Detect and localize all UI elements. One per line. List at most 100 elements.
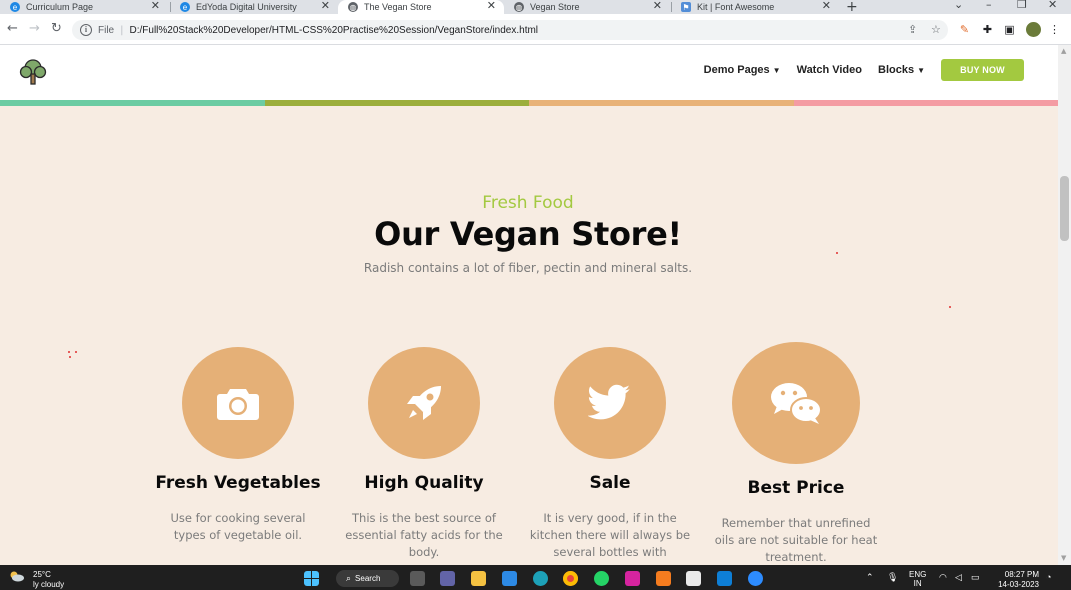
globe-icon: ◍ [348, 2, 358, 12]
buy-now-button[interactable]: BUY NOW [941, 59, 1024, 81]
decorative-dot [69, 356, 71, 358]
url-text[interactable]: D:/Full%20Stack%20Developer/HTML-CSS%20P… [130, 25, 539, 36]
weather-temperature[interactable]: 25°C [33, 570, 51, 579]
browser-menu-icon[interactable]: ⋮ [1048, 23, 1061, 36]
tab-title: Kit | Font Awesome [697, 2, 775, 12]
notification-bell-icon[interactable]: ◔ [1046, 572, 1051, 582]
tab-the-vegan-store[interactable]: ◍ The Vegan Store ✕ [338, 0, 504, 14]
feature-fresh-vegetables: Fresh Vegetables Use for cooking several… [153, 342, 323, 544]
file-explorer-icon[interactable] [471, 571, 486, 586]
feature-text: This is the best source of essential fat… [345, 511, 503, 559]
profile-avatar[interactable] [1026, 22, 1041, 37]
page-scrollbar[interactable]: ▲ ▼ [1058, 45, 1071, 565]
feature-icon-circle [182, 347, 294, 459]
input-language-indicator[interactable]: ENG IN [909, 570, 926, 588]
microphone-icon[interactable]: 🎙 [887, 572, 898, 583]
new-tab-button[interactable]: + [846, 0, 858, 14]
vscode-icon[interactable] [717, 571, 732, 586]
camera-icon [217, 389, 259, 420]
show-hidden-icons-chevron-icon[interactable]: ⌃ [866, 572, 874, 583]
xampp-icon[interactable] [656, 571, 671, 586]
globe-icon: ◍ [514, 2, 524, 12]
nav-blocks[interactable]: Blocks ▼ [878, 64, 925, 76]
volume-icon[interactable]: ◁ [955, 572, 962, 583]
battery-icon[interactable]: ▭ [971, 572, 980, 583]
region-code: IN [913, 579, 922, 588]
address-bar[interactable]: i File | D:/Full%20Stack%20Developer/HTM… [72, 20, 948, 40]
side-panel-icon[interactable]: ▣ [1003, 23, 1016, 36]
tree-logo-icon[interactable] [18, 57, 48, 87]
windows-start-icon[interactable] [304, 571, 319, 586]
windows-taskbar: 25°C ly cloudy ⌕ Search ⌃ 🎙 ENG IN ◠ ◁ ▭… [0, 565, 1071, 590]
nav-label: Demo Pages [703, 64, 770, 76]
section-subtitle: Fresh Food [482, 193, 574, 213]
tab-font-awesome[interactable]: ⚑ Kit | Font Awesome ✕ [671, 0, 839, 14]
close-tab-icon[interactable]: ✕ [822, 0, 831, 13]
browser-toolbar: ← → ↻ i File | D:/Full%20Stack%20Develop… [0, 14, 1071, 45]
close-window-icon[interactable]: ✕ [1048, 0, 1057, 11]
tab-curriculum-page[interactable]: e Curriculum Page ✕ [0, 0, 168, 14]
caret-down-icon: ▼ [772, 66, 781, 75]
clock-time: 08:27 PM [1004, 570, 1039, 579]
forward-arrow-icon[interactable]: → [29, 22, 40, 36]
rocket-icon [407, 386, 441, 420]
system-clock[interactable]: 08:27 PM 14-03-2023 [994, 570, 1039, 590]
feature-title: Sale [589, 473, 631, 493]
edge-browser-icon[interactable] [533, 571, 548, 586]
stripe-green [0, 100, 265, 106]
url-scheme: File [98, 24, 115, 36]
close-tab-icon[interactable]: ✕ [321, 0, 330, 13]
decorative-dot [75, 351, 77, 353]
close-tab-icon[interactable]: ✕ [487, 0, 496, 13]
scroll-up-arrow-icon[interactable]: ▲ [1061, 47, 1066, 55]
reload-icon[interactable]: ↻ [51, 22, 62, 36]
mail-icon[interactable] [502, 571, 517, 586]
section-title: Our Vegan Store! [374, 215, 682, 253]
stripe-olive [264, 100, 529, 106]
nav-label: Blocks [878, 64, 915, 76]
feature-title: Fresh Vegetables [155, 473, 321, 493]
tab-vegan-store[interactable]: ◍ Vegan Store ✕ [504, 0, 670, 14]
browser-tab-strip: e Curriculum Page ✕ e EdYoda Digital Uni… [0, 0, 1071, 14]
back-arrow-icon[interactable]: ← [7, 22, 18, 36]
scrollbar-thumb[interactable] [1060, 176, 1069, 241]
scroll-down-arrow-icon[interactable]: ▼ [1061, 554, 1066, 562]
color-picker-extension-icon[interactable]: ✎ [958, 23, 971, 36]
taskbar-search-button[interactable]: ⌕ Search [336, 570, 399, 587]
decorative-dot [68, 351, 70, 353]
feature-sale: Sale It is very good, if in the kitchen … [525, 342, 695, 561]
wechat-icon [771, 383, 822, 424]
feature-high-quality: High Quality This is the best source of … [339, 342, 509, 561]
minimize-window-icon[interactable]: – [986, 0, 992, 11]
search-label: Search [355, 574, 381, 583]
task-view-icon[interactable] [410, 571, 425, 586]
chrome-icon[interactable] [563, 571, 578, 586]
tab-search-icon[interactable]: ⌄ [954, 0, 963, 11]
wifi-icon[interactable]: ◠ [939, 572, 947, 583]
tab-title: Curriculum Page [26, 2, 94, 12]
extensions-puzzle-icon[interactable]: ✚ [981, 23, 994, 36]
instagram-icon[interactable] [625, 571, 640, 586]
restore-window-icon[interactable]: ❐ [1017, 0, 1027, 11]
site-info-icon[interactable]: i [80, 24, 92, 36]
site-header: Demo Pages ▼ Watch Video Blocks ▼ BUY NOW [0, 45, 1058, 100]
share-icon[interactable]: ⇪ [908, 23, 917, 36]
whatsapp-icon[interactable] [594, 571, 609, 586]
close-tab-icon[interactable]: ✕ [151, 0, 160, 13]
decorative-dot [836, 252, 838, 254]
tab-title: EdYoda Digital University [196, 2, 297, 12]
weather-description[interactable]: ly cloudy [33, 580, 64, 589]
bookmark-star-icon[interactable]: ☆ [931, 23, 941, 36]
snipping-tool-icon[interactable] [686, 571, 701, 586]
nav-watch-video[interactable]: Watch Video [797, 64, 862, 76]
tab-edyoda[interactable]: e EdYoda Digital University ✕ [170, 0, 338, 14]
search-icon: ⌕ [346, 573, 352, 583]
header-color-stripe [0, 100, 1058, 106]
decorative-dot [949, 306, 951, 308]
weather-cloud-icon[interactable] [9, 570, 25, 582]
close-tab-icon[interactable]: ✕ [653, 0, 662, 13]
nav-demo-pages[interactable]: Demo Pages ▼ [704, 64, 781, 76]
stripe-pink [793, 100, 1058, 106]
teams-chat-icon[interactable] [440, 571, 455, 586]
zoom-icon[interactable] [748, 571, 763, 586]
